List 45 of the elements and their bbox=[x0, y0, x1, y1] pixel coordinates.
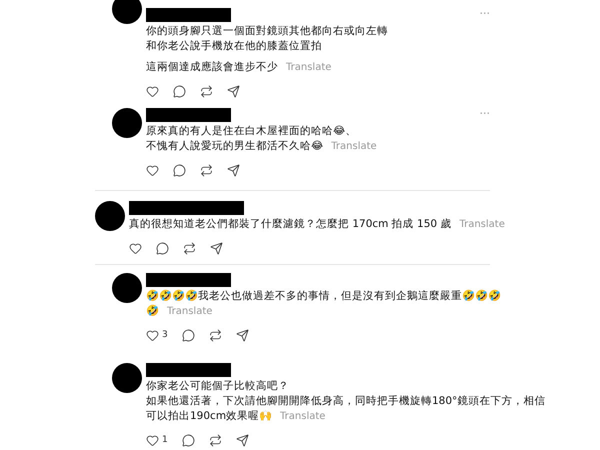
heart-icon[interactable] bbox=[146, 85, 159, 98]
repost-icon[interactable] bbox=[200, 85, 213, 98]
send-icon[interactable] bbox=[236, 434, 249, 448]
avatar[interactable] bbox=[112, 363, 142, 393]
comment-text: 不愧有人說愛玩的男生都活不久哈😂 bbox=[146, 139, 324, 154]
comment-text: 原來真的有人是住在白木屋裡面的哈哈😂、 bbox=[146, 124, 356, 139]
repost-icon[interactable] bbox=[200, 164, 213, 177]
comment-icon[interactable] bbox=[173, 85, 186, 98]
comment-icon[interactable] bbox=[156, 242, 169, 255]
comment-text: 可以拍出190cm效果喔🙌 bbox=[146, 409, 272, 424]
translate-link[interactable]: Translate bbox=[286, 60, 332, 75]
send-icon[interactable] bbox=[227, 164, 240, 177]
translate-link[interactable]: Translate bbox=[459, 217, 505, 232]
heart-icon[interactable] bbox=[129, 242, 142, 255]
heart-icon[interactable] bbox=[146, 434, 159, 448]
comment-icon[interactable] bbox=[182, 329, 195, 342]
send-icon[interactable] bbox=[236, 329, 249, 342]
avatar[interactable] bbox=[112, 0, 142, 24]
heart-icon[interactable] bbox=[146, 329, 159, 342]
comment-text: 你家老公可能個子比較高吧？ bbox=[146, 379, 289, 394]
repost-icon[interactable] bbox=[208, 434, 222, 448]
comment-text: 🤣🤣🤣🤣我老公也做過差不多的事情，但是沒有到企鵝這麼嚴重🤣🤣🤣 bbox=[146, 289, 501, 304]
comment-text: 真的很想知道老公們都裝了什麼濾鏡？怎麼把 170cm 拍成 150 歲 bbox=[129, 217, 452, 232]
translate-link[interactable]: Translate bbox=[280, 409, 326, 424]
more-button[interactable]: ··· bbox=[480, 8, 490, 19]
send-icon[interactable] bbox=[210, 242, 223, 255]
comment-text: 和你老公說手機放在他的膝蓋位置拍 bbox=[146, 39, 322, 54]
comment-icon[interactable] bbox=[182, 434, 195, 448]
comment-icon[interactable] bbox=[173, 164, 186, 177]
avatar[interactable] bbox=[112, 108, 142, 138]
comment-text: 如果他還活著，下次請他腳開開降低身高，同時把手機旋轉180°鏡頭在下方，相信 bbox=[146, 394, 546, 409]
comment-text: 🤣 bbox=[146, 304, 159, 319]
translate-link[interactable]: Translate bbox=[167, 304, 212, 319]
repost-icon[interactable] bbox=[183, 242, 196, 255]
translate-link[interactable]: Translate bbox=[331, 139, 377, 154]
like-count: 3 bbox=[162, 329, 168, 342]
comment-text: 你的頭身腳只選一個面對鏡頭其他都向右或向左轉 bbox=[146, 24, 388, 39]
send-icon[interactable] bbox=[227, 85, 240, 98]
more-button[interactable]: ··· bbox=[480, 108, 490, 119]
avatar[interactable] bbox=[112, 273, 142, 303]
avatar[interactable] bbox=[95, 201, 125, 231]
repost-icon[interactable] bbox=[208, 329, 222, 342]
like-count: 1 bbox=[162, 434, 168, 447]
heart-icon[interactable] bbox=[146, 164, 159, 177]
comment-text: 這兩個達成應該會進步不少 bbox=[146, 60, 278, 75]
